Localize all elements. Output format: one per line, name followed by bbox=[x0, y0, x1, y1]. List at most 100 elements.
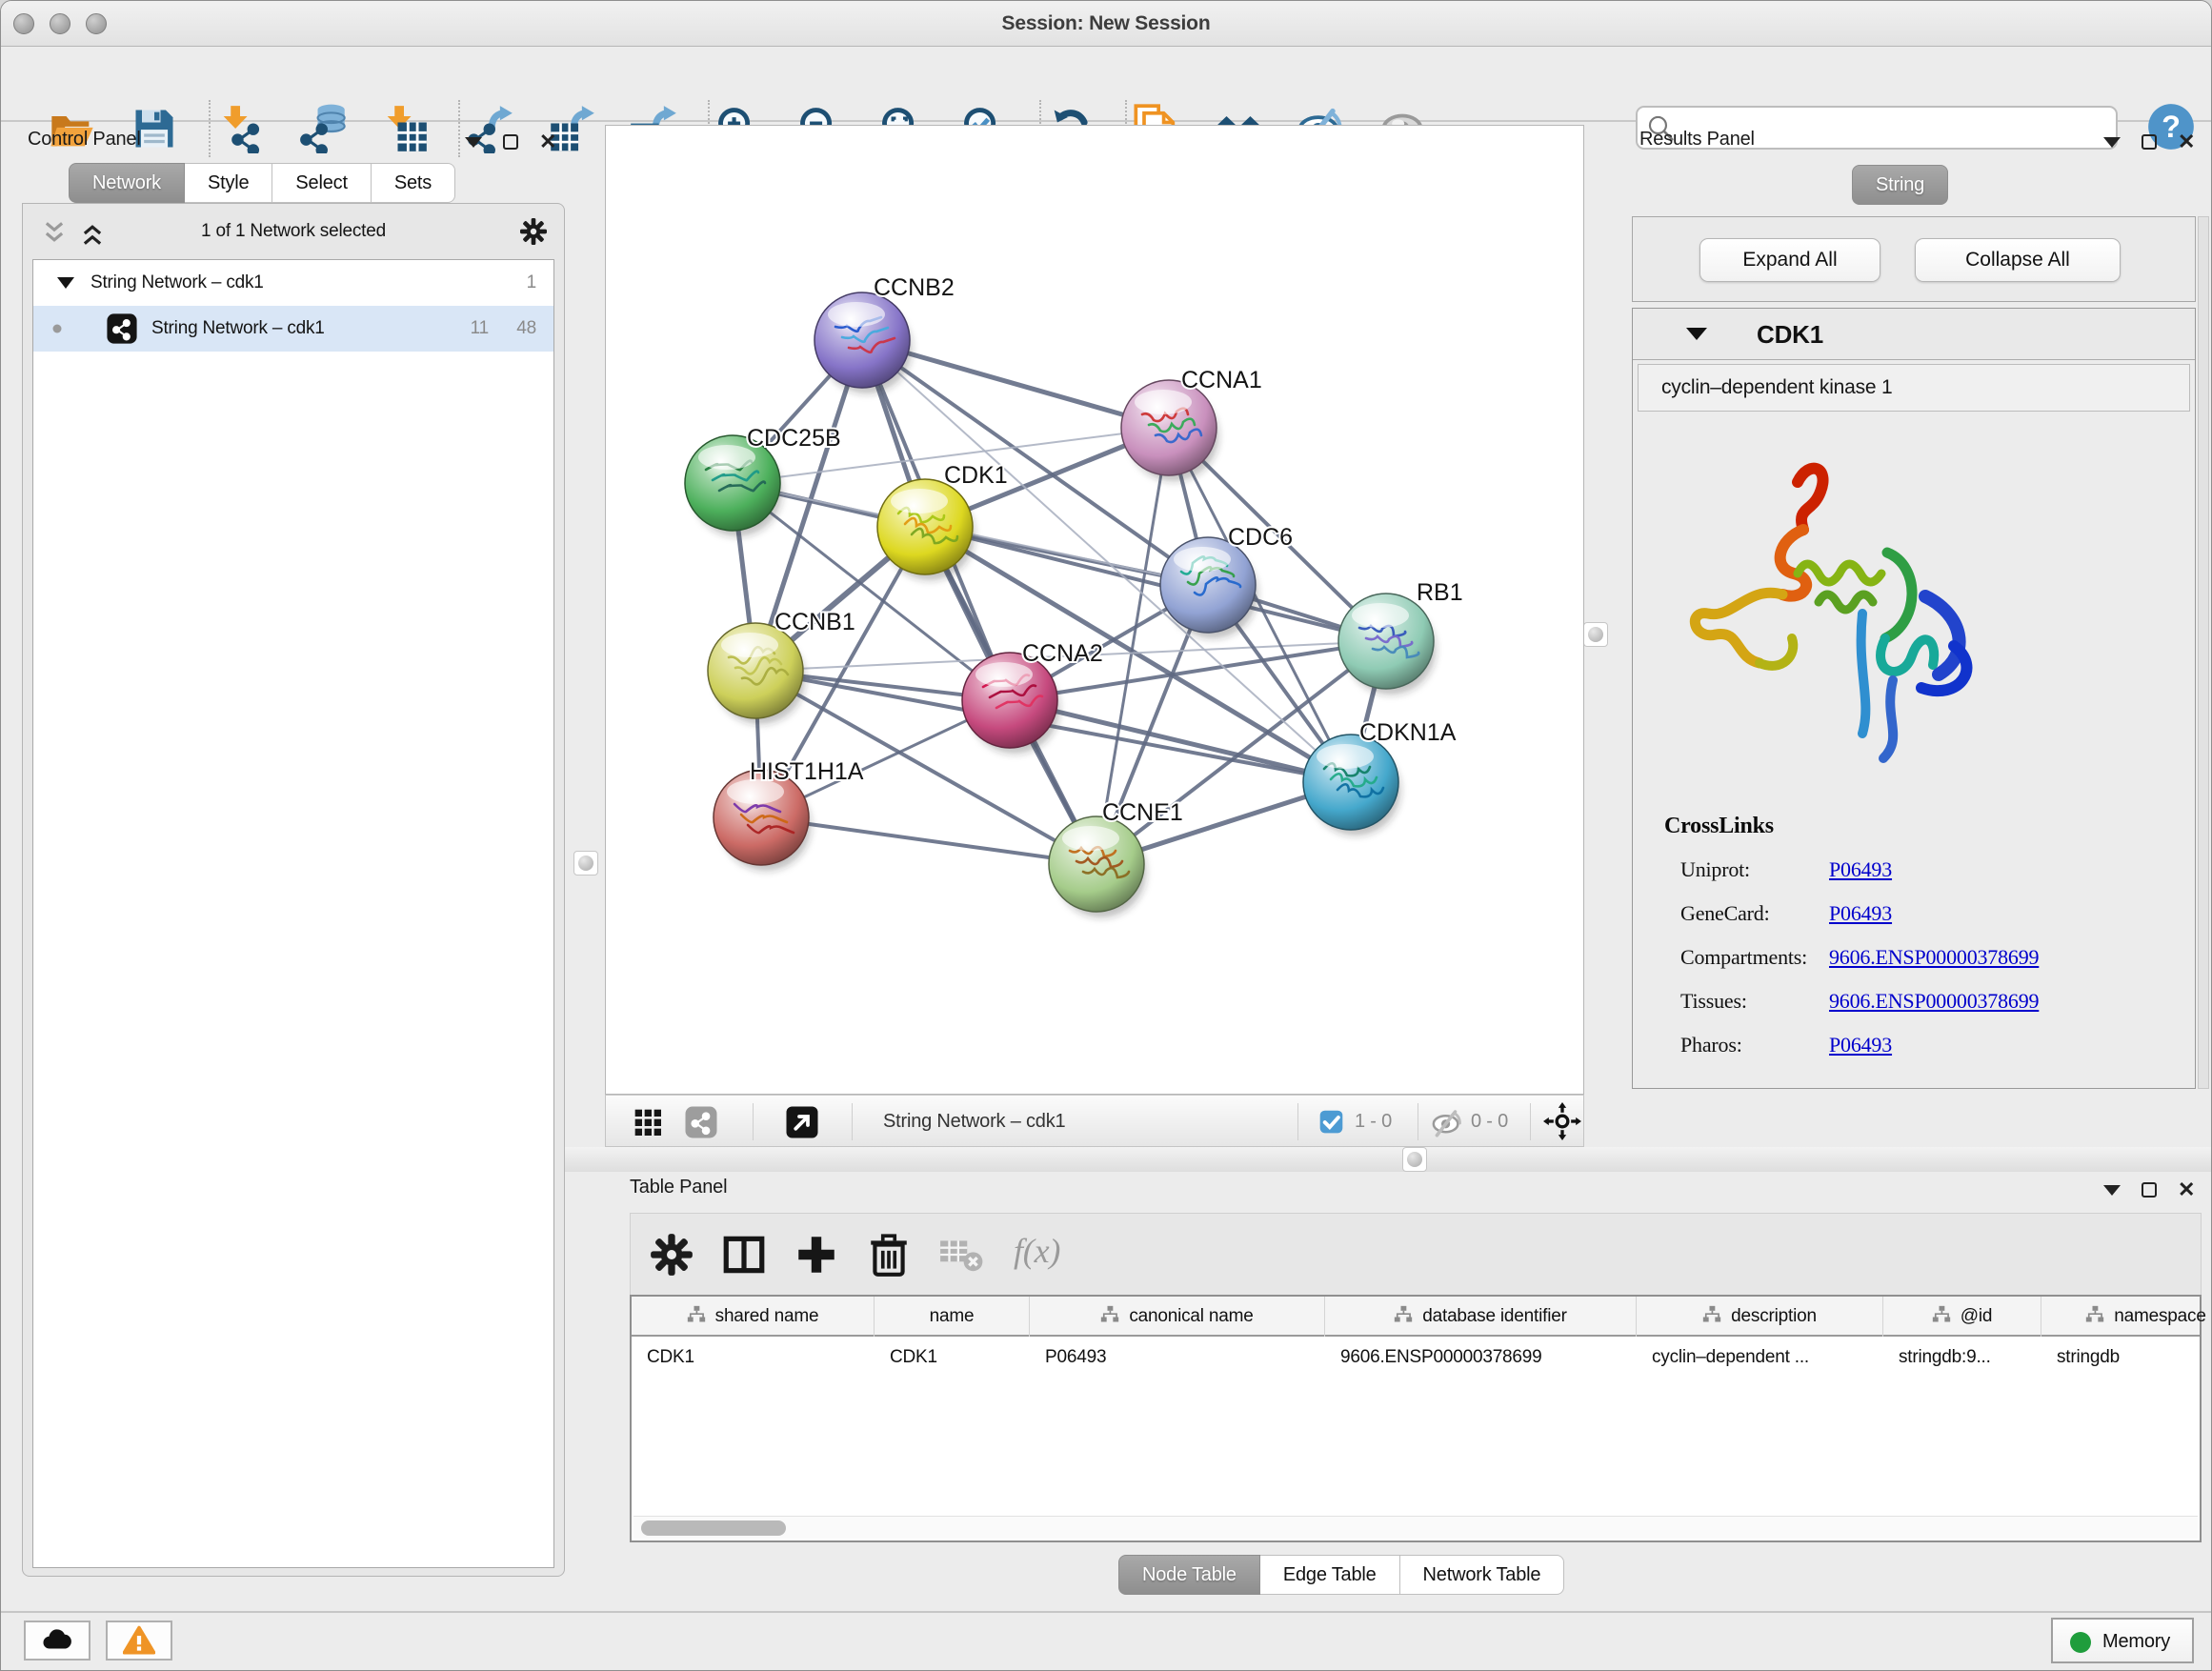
title-bar: Session: New Session bbox=[1, 1, 2211, 47]
birdseye-view-icon[interactable] bbox=[785, 1105, 819, 1139]
table-horizontal-scrollbar[interactable] bbox=[633, 1516, 2198, 1539]
panel-menu-icon[interactable] bbox=[2103, 137, 2121, 148]
fit-content-crosshair-icon[interactable] bbox=[1543, 1102, 1581, 1140]
column-header-shared-name[interactable]: shared name bbox=[632, 1297, 875, 1337]
network-graph[interactable]: CCNB2CCNA1CDC25BCDK1CDC6RB1CCNB1CCNA2CDK… bbox=[606, 126, 1583, 1094]
tab-node-table[interactable]: Node Table bbox=[1118, 1555, 1260, 1595]
tab-edge-table[interactable]: Edge Table bbox=[1260, 1555, 1400, 1595]
edge-CDK1-RB1[interactable] bbox=[925, 527, 1386, 641]
tab-sets[interactable]: Sets bbox=[372, 163, 455, 203]
import-table-icon[interactable] bbox=[379, 104, 429, 153]
table-cell[interactable]: P06493 bbox=[1045, 1340, 1321, 1375]
table-cell[interactable]: stringdb:9... bbox=[1899, 1340, 2038, 1375]
right-splitter-handle[interactable] bbox=[1583, 622, 1608, 647]
columns-icon[interactable] bbox=[720, 1231, 768, 1278]
network-options-gear-icon[interactable] bbox=[518, 216, 549, 247]
panel-menu-icon[interactable] bbox=[2103, 1185, 2121, 1196]
network-row-label: String Network – cdk1 bbox=[151, 318, 325, 339]
tab-network[interactable]: Network bbox=[69, 163, 185, 203]
table-cell[interactable]: cyclin–dependent ... bbox=[1652, 1340, 1880, 1375]
table-cell[interactable]: CDK1 bbox=[647, 1340, 871, 1375]
cloud-icon bbox=[26, 1622, 89, 1659]
crosslink-link[interactable]: 9606.ENSP00000378699 bbox=[1829, 989, 2039, 1014]
node-CCNB1[interactable] bbox=[708, 623, 805, 724]
warnings-button[interactable] bbox=[106, 1621, 172, 1661]
tab-network-table[interactable]: Network Table bbox=[1400, 1555, 1565, 1595]
network-panel-body: 1 of 1 Network selected String Network –… bbox=[22, 203, 565, 1577]
column-header-namespace[interactable]: namespace bbox=[2041, 1297, 2212, 1337]
column-label: namespace bbox=[2114, 1306, 2205, 1326]
column-header-canonical-name[interactable]: canonical name bbox=[1030, 1297, 1325, 1337]
current-network-dot-icon bbox=[49, 320, 66, 337]
collapse-entry-icon[interactable] bbox=[1686, 328, 1707, 340]
trash-icon[interactable] bbox=[865, 1231, 913, 1278]
results-entry-header[interactable]: CDK1 bbox=[1633, 309, 2195, 360]
bottom-splitter-handle[interactable] bbox=[1402, 1147, 1427, 1172]
table-cell[interactable]: 9606.ENSP00000378699 bbox=[1340, 1340, 1633, 1375]
scrollbar-thumb[interactable] bbox=[641, 1520, 786, 1536]
node-CDKN1A[interactable] bbox=[1303, 735, 1400, 836]
node-table[interactable]: shared name name canonical namedatabase id… bbox=[630, 1295, 2202, 1542]
crosslink-link[interactable]: P06493 bbox=[1829, 901, 1892, 926]
horizontal-splitter[interactable] bbox=[565, 1147, 2212, 1172]
results-scrollbar[interactable] bbox=[2198, 216, 2209, 1089]
crosslink-row: Tissues: 9606.ENSP00000378699 bbox=[1680, 989, 2176, 1033]
panel-float-icon[interactable] bbox=[503, 134, 518, 150]
grid-view-icon[interactable] bbox=[633, 1107, 663, 1137]
crosslink-label: Pharos: bbox=[1680, 1033, 1742, 1057]
column-header--id[interactable]: @id bbox=[1883, 1297, 2041, 1337]
node-RB1[interactable] bbox=[1338, 594, 1436, 695]
import-database-icon[interactable] bbox=[297, 104, 347, 153]
panel-float-icon[interactable] bbox=[2142, 1182, 2157, 1198]
gear-icon[interactable] bbox=[648, 1231, 695, 1278]
node-CCNE1[interactable] bbox=[1049, 816, 1146, 917]
memory-status-dot bbox=[2070, 1632, 2091, 1653]
network-collection-row[interactable]: String Network – cdk1 1 bbox=[33, 260, 553, 306]
crosslink-link[interactable]: P06493 bbox=[1829, 1033, 1892, 1057]
column-header-name[interactable]: name bbox=[875, 1297, 1030, 1337]
panel-close-icon[interactable]: ✕ bbox=[2178, 1182, 2195, 1198]
left-splitter-handle[interactable] bbox=[573, 851, 598, 876]
tab-string[interactable]: String bbox=[1852, 165, 1948, 205]
tab-select[interactable]: Select bbox=[272, 163, 371, 203]
table-cell[interactable]: CDK1 bbox=[890, 1340, 1026, 1375]
results-panel-tabs: String bbox=[1852, 165, 1948, 205]
network-canvas[interactable]: CCNB2CCNA1CDC25BCDK1CDC6RB1CCNB1CCNA2CDK… bbox=[605, 125, 1584, 1095]
collapse-all-button[interactable]: Collapse All bbox=[1915, 238, 2121, 282]
table-header-row: shared name name canonical namedatabase id… bbox=[632, 1297, 2200, 1337]
string-network-badge-icon[interactable] bbox=[684, 1105, 718, 1139]
panel-close-icon[interactable]: ✕ bbox=[2178, 134, 2195, 150]
expand-all-button[interactable]: Expand All bbox=[1699, 238, 1880, 282]
column-header-database-identifier[interactable]: database identifier bbox=[1325, 1297, 1637, 1337]
crosslink-label: Compartments: bbox=[1680, 945, 1807, 970]
column-label: name bbox=[930, 1306, 975, 1326]
window-title: Session: New Session bbox=[1, 1, 2211, 47]
plus-icon[interactable] bbox=[793, 1231, 840, 1278]
label-CDC25B: CDC25B bbox=[747, 425, 841, 452]
crosslink-row: Compartments: 9606.ENSP00000378699 bbox=[1680, 945, 2176, 989]
edge-CCNE1-HIST1H1A[interactable] bbox=[761, 817, 1096, 864]
label-CCNE1: CCNE1 bbox=[1102, 799, 1183, 826]
crosslink-label: Tissues: bbox=[1680, 989, 1747, 1014]
selected-checkbox-icon[interactable] bbox=[1318, 1109, 1344, 1135]
memory-button[interactable]: Memory bbox=[2051, 1618, 2194, 1663]
tab-style[interactable]: Style bbox=[185, 163, 272, 203]
crosslink-link[interactable]: 9606.ENSP00000378699 bbox=[1829, 945, 2039, 970]
panel-close-icon[interactable]: ✕ bbox=[539, 134, 556, 150]
crosslink-label: Uniprot: bbox=[1680, 857, 1750, 882]
node-CCNA2[interactable] bbox=[962, 653, 1059, 754]
network-row-selected[interactable]: String Network – cdk1 11 48 bbox=[33, 306, 553, 352]
import-network-icon[interactable] bbox=[215, 104, 265, 153]
column-header-description[interactable]: description bbox=[1637, 1297, 1883, 1337]
crosslink-link[interactable]: P06493 bbox=[1829, 857, 1892, 882]
table-cell[interactable]: stringdb bbox=[2057, 1340, 2212, 1375]
node-CCNA1[interactable] bbox=[1121, 380, 1218, 481]
label-CCNB2: CCNB2 bbox=[874, 274, 955, 301]
panel-menu-icon[interactable] bbox=[465, 137, 482, 148]
cloud-button[interactable] bbox=[24, 1621, 90, 1661]
node-CDK1[interactable] bbox=[877, 479, 975, 580]
panel-float-icon[interactable] bbox=[2142, 134, 2157, 150]
node-count: 11 bbox=[471, 318, 489, 339]
network-list-header: 1 of 1 Network selected bbox=[23, 204, 564, 259]
collapse-tree-icon[interactable] bbox=[54, 272, 77, 294]
